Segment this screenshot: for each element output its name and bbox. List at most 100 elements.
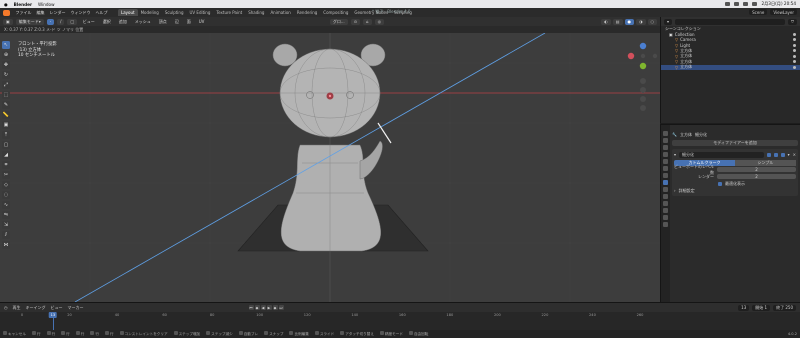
inset-tool-icon[interactable]: ▢ <box>2 141 10 149</box>
timeline-ruler[interactable]: 0 20 40 60 80 100 120 140 160 180 200 220 240 260 13 <box>0 312 660 330</box>
transform-orientation-selector[interactable]: グロ... <box>329 18 348 25</box>
scale-tool-icon[interactable]: ⤢ <box>2 81 10 89</box>
jump-start-icon[interactable]: ⏮ <box>248 305 254 310</box>
properties-tab-output-icon[interactable] <box>663 145 668 150</box>
properties-tab-scene-icon[interactable] <box>663 159 668 164</box>
wifi-icon[interactable] <box>734 2 740 6</box>
modifier-close-icon[interactable]: × <box>793 152 796 157</box>
visibility-eye-icon[interactable] <box>793 65 796 69</box>
viewport-nav-buttons[interactable] <box>640 78 646 111</box>
add-modifier-button[interactable]: モディファイアーを追加 <box>672 140 798 146</box>
properties-tab-world-icon[interactable] <box>663 166 668 171</box>
status-icon-1[interactable] <box>725 2 731 6</box>
timeline-menu-keying[interactable]: キーイング <box>26 305 46 311</box>
optimal-display-checkbox[interactable] <box>718 181 722 186</box>
proportional-edit-icon[interactable]: ◎ <box>374 18 385 25</box>
face-select-button[interactable]: □ <box>67 18 78 25</box>
annotate-tool-icon[interactable]: ✎ <box>2 101 10 109</box>
overlay-icon[interactable]: ◐ <box>601 18 611 25</box>
menu-render[interactable]: レンダー <box>47 10 68 16</box>
vp-menu-view[interactable]: ビュー <box>80 19 97 25</box>
xray-icon[interactable]: ▤ <box>612 18 623 25</box>
properties-tab-view-layer-icon[interactable] <box>663 152 668 157</box>
edit-mode-toggle-icon[interactable] <box>766 152 771 157</box>
apple-icon[interactable]: ● <box>4 2 8 7</box>
viewport-canvas[interactable] <box>0 33 660 302</box>
outliner-row[interactable]: ▣ Collection <box>661 32 800 38</box>
next-key-icon[interactable]: ◆ <box>272 305 278 310</box>
properties-tab-modifier-icon[interactable] <box>663 180 668 185</box>
outliner-funnel-icon[interactable]: ⛉ <box>788 18 797 25</box>
playhead-line[interactable] <box>52 318 54 330</box>
visibility-eye-icon[interactable] <box>793 38 796 42</box>
modifier-name-field[interactable]: 細分化 <box>679 151 764 158</box>
viewport-toggle-icon[interactable] <box>773 152 778 157</box>
advanced-section[interactable]: 詳細設定 <box>679 188 695 194</box>
vertex-select-button[interactable]: · <box>46 18 55 25</box>
shear-tool-icon[interactable]: ⫽ <box>2 231 10 239</box>
timeline-menu-marker[interactable]: マーカー <box>68 305 84 311</box>
play-reverse-icon[interactable]: ◀ <box>260 305 266 310</box>
cat-mesh[interactable] <box>272 43 386 252</box>
snap-icon[interactable]: ⌂ <box>363 18 372 25</box>
rip-tool-icon[interactable]: ⋈ <box>2 241 10 249</box>
outliner-filter-icon[interactable]: ▾ <box>664 18 673 25</box>
vp-menu-add[interactable]: 追加 <box>116 19 129 25</box>
workspace-tab-modeling[interactable]: Modeling <box>138 9 162 16</box>
clock[interactable]: 2月3日(月) 20:54 <box>761 1 796 7</box>
material-shading-icon[interactable]: ◑ <box>636 18 646 25</box>
properties-tab-material-icon[interactable] <box>663 215 668 220</box>
visibility-eye-icon[interactable] <box>793 60 796 64</box>
menu-edit[interactable]: 編集 <box>34 10 47 16</box>
playhead-frame-label[interactable]: 13 <box>48 312 58 318</box>
properties-tab-render-icon[interactable] <box>663 138 668 143</box>
render-shading-icon[interactable]: ○ <box>647 18 657 25</box>
shrink-tool-icon[interactable]: ⇲ <box>2 221 10 229</box>
modifier-menu-icon[interactable]: ▾ <box>788 152 790 157</box>
properties-tab-physics-icon[interactable] <box>663 194 668 199</box>
edge-select-button[interactable]: / <box>57 18 65 25</box>
extrude-tool-icon[interactable]: ⤒ <box>2 131 10 139</box>
menu-window[interactable]: ウィンドウ <box>68 10 93 16</box>
advanced-chevron-icon[interactable]: › <box>674 188 676 193</box>
vp-menu-uv[interactable]: UV <box>196 19 207 24</box>
properties-tab-object-icon[interactable] <box>663 173 668 178</box>
navigation-gizmo[interactable] <box>627 42 658 70</box>
menu-help[interactable]: ヘルプ <box>93 10 110 16</box>
current-frame-field[interactable]: 13 <box>738 304 750 311</box>
outliner-row[interactable]: ▽ Camera <box>661 37 800 43</box>
properties-tab-texture-icon[interactable] <box>663 222 668 227</box>
scene-selector[interactable]: Scene <box>749 9 768 15</box>
timeline-menu-playback[interactable]: 再生 <box>13 305 21 311</box>
editor-type-button[interactable]: ▣ <box>3 18 13 25</box>
pivot-icon[interactable]: ⊙ <box>350 18 361 25</box>
mode-selector[interactable]: 編集モード ▾ <box>15 18 44 25</box>
poly-build-tool-icon[interactable]: ◇ <box>2 181 10 189</box>
visibility-eye-icon[interactable] <box>793 43 796 47</box>
visibility-eye-icon[interactable] <box>793 54 796 58</box>
workspace-tab-rendering[interactable]: Rendering <box>294 9 320 16</box>
vp-menu-select[interactable]: 選択 <box>100 19 113 25</box>
loop-cut-tool-icon[interactable]: ⌗ <box>2 161 10 169</box>
end-frame-field[interactable]: 終了 250 <box>773 304 796 311</box>
workspace-tab-animation[interactable]: Animation <box>267 9 293 16</box>
vp-menu-vertex[interactable]: 頂点 <box>156 19 169 25</box>
properties-tab-constraints-icon[interactable] <box>663 201 668 206</box>
edge-slide-tool-icon[interactable]: ⇋ <box>2 211 10 219</box>
3d-viewport[interactable]: フロント・平行投影 (13) 立方体 10 センチメートル <box>0 33 660 302</box>
workspace-tab-layout[interactable]: Layout <box>118 9 138 16</box>
measure-tool-icon[interactable]: 📏 <box>2 111 10 119</box>
visibility-eye-icon[interactable] <box>793 49 796 53</box>
rotate-tool-icon[interactable]: ↻ <box>2 71 10 79</box>
workspace-tab-sculpting[interactable]: Sculpting <box>162 9 187 16</box>
workspace-tab-shading[interactable]: Shading <box>245 9 267 16</box>
workspace-tab-compositing[interactable]: Compositing <box>320 9 351 16</box>
app-name-menu[interactable]: Blender <box>14 2 32 7</box>
search-icon[interactable] <box>743 2 749 6</box>
tab-simple[interactable]: シンプル <box>735 160 796 166</box>
add-cube-tool-icon[interactable]: ▣ <box>2 121 10 129</box>
select-tool-icon[interactable]: ↖ <box>2 41 10 49</box>
spin-tool-icon[interactable]: ◌ <box>2 191 10 199</box>
start-frame-field[interactable]: 開始 1 <box>752 304 771 311</box>
window-menu[interactable]: Window <box>38 2 55 7</box>
